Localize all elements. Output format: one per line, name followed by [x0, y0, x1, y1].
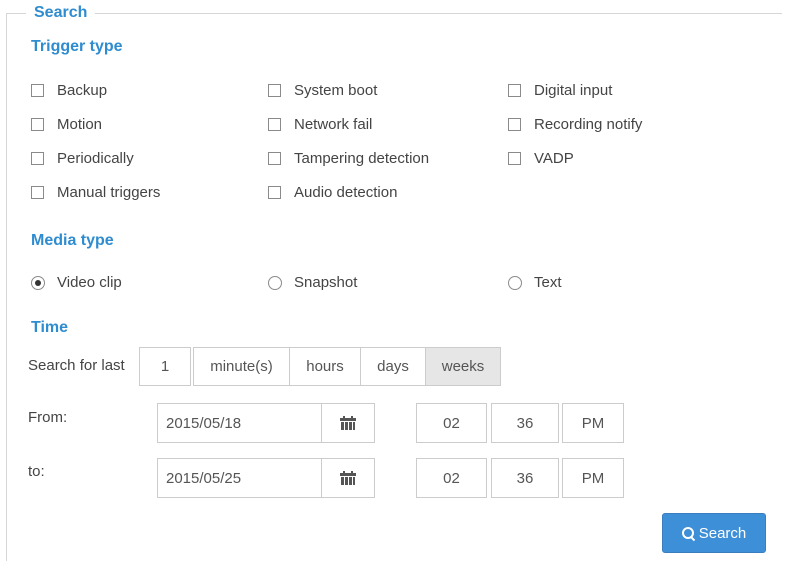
- trigger-manual-triggers-label: Manual triggers: [57, 184, 161, 201]
- trigger-recording-notify-checkbox[interactable]: [508, 118, 521, 131]
- media-text-option[interactable]: Text: [508, 274, 562, 291]
- media-text-label: Text: [534, 274, 562, 291]
- trigger-system-boot-checkbox[interactable]: [268, 84, 281, 97]
- trigger-vadp-option[interactable]: VADP: [508, 150, 574, 167]
- search-for-last-input[interactable]: 1: [139, 347, 191, 386]
- trigger-digital-input-label: Digital input: [534, 82, 613, 99]
- trigger-recording-notify-label: Recording notify: [534, 116, 643, 133]
- trigger-type-heading: Trigger type: [31, 38, 123, 55]
- media-video-clip-label: Video clip: [57, 274, 122, 291]
- trigger-digital-input-option[interactable]: Digital input: [508, 82, 612, 99]
- trigger-backup-option[interactable]: Backup: [31, 82, 107, 99]
- fieldset-border-top: [6, 13, 782, 14]
- trigger-periodically-label: Periodically: [57, 150, 134, 167]
- trigger-recording-notify-option[interactable]: Recording notify: [508, 116, 642, 133]
- to-date-input[interactable]: 2015/05/25: [157, 458, 323, 498]
- from-hour-input[interactable]: 02: [416, 403, 487, 443]
- trigger-periodically-option[interactable]: Periodically: [31, 150, 134, 167]
- trigger-audio-detection-checkbox[interactable]: [268, 186, 281, 199]
- from-label: From:: [28, 409, 68, 426]
- media-type-heading: Media type: [31, 232, 114, 249]
- trigger-tampering-detection-checkbox[interactable]: [268, 152, 281, 165]
- to-label: to:: [28, 463, 45, 480]
- from-ampm-button[interactable]: PM: [562, 403, 624, 443]
- search-button-label: Search: [698, 524, 747, 542]
- to-minute-input[interactable]: 36: [491, 458, 559, 498]
- trigger-tampering-detection-label: Tampering detection: [294, 150, 430, 167]
- media-text-radio[interactable]: [508, 275, 522, 290]
- trigger-network-fail-checkbox[interactable]: [268, 118, 281, 131]
- unit-hours-button[interactable]: hours: [289, 347, 361, 386]
- from-minute-input[interactable]: 36: [491, 403, 559, 443]
- trigger-periodically-checkbox[interactable]: [31, 152, 44, 165]
- fieldset-border-left: [6, 13, 7, 561]
- trigger-manual-triggers-checkbox[interactable]: [31, 186, 44, 199]
- media-snapshot-option[interactable]: Snapshot: [268, 274, 357, 291]
- trigger-vadp-label: VADP: [534, 150, 574, 167]
- to-hour-input[interactable]: 02: [416, 458, 487, 498]
- trigger-system-boot-label: System boot: [294, 82, 378, 99]
- media-video-clip-option[interactable]: Video clip: [31, 274, 122, 291]
- unit-weeks-button[interactable]: weeks: [425, 347, 501, 386]
- trigger-network-fail-option[interactable]: Network fail: [268, 116, 372, 133]
- fieldset-legend: Search: [26, 3, 96, 23]
- trigger-backup-label: Backup: [57, 82, 108, 99]
- unit-minutes-button[interactable]: minute(s): [193, 347, 290, 386]
- calendar-icon: [340, 471, 356, 485]
- trigger-motion-label: Motion: [57, 116, 103, 133]
- trigger-audio-detection-option[interactable]: Audio detection: [268, 184, 397, 201]
- search-button[interactable]: Search: [662, 513, 766, 553]
- from-calendar-button[interactable]: [321, 403, 375, 443]
- from-date-input[interactable]: 2015/05/18: [157, 403, 323, 443]
- time-heading: Time: [31, 319, 69, 336]
- trigger-system-boot-option[interactable]: System boot: [268, 82, 377, 99]
- trigger-motion-option[interactable]: Motion: [31, 116, 102, 133]
- trigger-audio-detection-label: Audio detection: [294, 184, 398, 201]
- trigger-network-fail-label: Network fail: [294, 116, 373, 133]
- trigger-vadp-checkbox[interactable]: [508, 152, 521, 165]
- trigger-motion-checkbox[interactable]: [31, 118, 44, 131]
- trigger-manual-triggers-option[interactable]: Manual triggers: [31, 184, 160, 201]
- search-icon: [681, 526, 695, 541]
- trigger-digital-input-checkbox[interactable]: [508, 84, 521, 97]
- to-calendar-button[interactable]: [321, 458, 375, 498]
- calendar-icon: [340, 416, 356, 430]
- to-ampm-button[interactable]: PM: [562, 458, 624, 498]
- media-snapshot-radio[interactable]: [268, 275, 282, 290]
- media-video-clip-radio[interactable]: [31, 275, 45, 290]
- media-snapshot-label: Snapshot: [294, 274, 358, 291]
- trigger-tampering-detection-option[interactable]: Tampering detection: [268, 150, 429, 167]
- unit-days-button[interactable]: days: [360, 347, 426, 386]
- trigger-backup-checkbox[interactable]: [31, 84, 44, 97]
- search-for-last-label: Search for last: [28, 357, 125, 374]
